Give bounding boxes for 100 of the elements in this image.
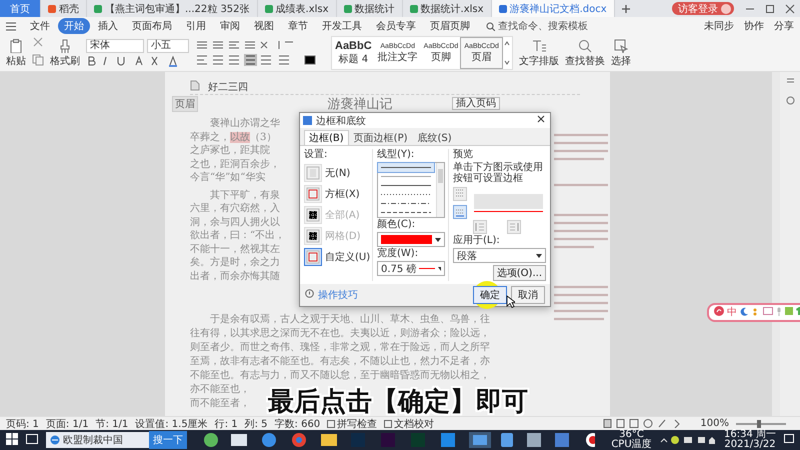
text-line: 之也，距洞百余步， <box>190 158 280 171</box>
tips-link[interactable]: 操作技巧 <box>318 288 358 302</box>
format-painter-button[interactable]: 格式刷 <box>50 38 80 68</box>
status-text: 行: 1 <box>214 418 238 430</box>
color-label: 颜色(C): <box>377 219 416 231</box>
toolbar-link[interactable]: 未同步 <box>704 19 734 33</box>
command-search-field[interactable]: 查找命令、搜索模板 <box>486 20 598 32</box>
file-icon <box>94 4 102 12</box>
bottom-border-button[interactable] <box>453 205 467 219</box>
menu-tab[interactable]: 页面布局 <box>126 18 178 34</box>
system-tray-icons-drawing[interactable] <box>660 435 716 445</box>
menu-tab[interactable]: 审阅 <box>214 18 246 34</box>
toolbar-link[interactable]: 分享 <box>774 19 794 33</box>
spell-check-button[interactable]: 拼写检查 <box>327 416 378 430</box>
taskbar-search-field[interactable]: 欧盟制裁中国 <box>46 432 149 448</box>
select-icon <box>614 38 628 52</box>
file-icon <box>264 4 273 12</box>
line-style-option[interactable] <box>378 163 434 172</box>
moon-icon[interactable] <box>740 306 749 318</box>
preview-label: 预览 <box>453 149 474 161</box>
zoom-level[interactable]: 100% <box>700 418 729 429</box>
width-label: 宽度(W): <box>377 248 420 260</box>
menu-tab[interactable]: 开始 <box>58 18 90 34</box>
menu-tab[interactable]: 会员专享 <box>370 18 422 34</box>
text-line: 洞，余与四人拥火以 <box>190 216 280 229</box>
document-tab[interactable]: 游褒禅山记文档.docx <box>492 0 615 17</box>
font-dropdown[interactable]: 宋体 <box>86 39 144 53</box>
border-setting-icon <box>304 185 322 203</box>
text-line: 往有得，以其求思之深而无不在也。夫夷以近，则游者众；险以远， <box>190 327 490 341</box>
ribbon-tool-button[interactable]: 查找替换 <box>564 38 605 68</box>
menu-tab[interactable]: 插入 <box>92 18 124 34</box>
border-preview-drawing[interactable] <box>471 191 546 215</box>
insert-page-number-button[interactable]: 插入页码 <box>452 97 500 110</box>
line-sample <box>419 268 435 269</box>
color-dropdown[interactable] <box>377 232 445 247</box>
ribbon-tool-button[interactable]: 文字排版 <box>518 38 559 68</box>
line-style-list[interactable] <box>377 162 445 218</box>
gallery-scroll-icon[interactable] <box>502 40 512 66</box>
paste-button[interactable]: 粘贴 <box>6 38 26 68</box>
menu-tab[interactable]: 引用 <box>180 18 212 34</box>
text-line: 今言“华”如“华实 <box>190 171 266 184</box>
keyboard-icon[interactable] <box>763 307 773 318</box>
header-label: 页眉 <box>172 96 198 112</box>
line-style-label: 线型(Y): <box>377 149 416 161</box>
scrollbar[interactable] <box>772 72 780 416</box>
start-icon[interactable] <box>6 432 18 448</box>
menu-tab[interactable]: 视图 <box>248 18 280 34</box>
header-text[interactable]: 好二三四 <box>208 80 248 94</box>
proofread-button[interactable]: 文档校对 <box>384 416 434 430</box>
menu-icon[interactable] <box>6 22 16 30</box>
dialog-tab[interactable]: 边框(B) <box>304 130 349 145</box>
menu-tab[interactable]: 文件 <box>24 18 56 34</box>
status-text: 列: 5 <box>244 418 268 430</box>
app-icon <box>303 116 312 125</box>
ok-button[interactable]: 确定 <box>473 286 507 304</box>
font-size-dropdown[interactable]: 小五 <box>147 39 189 53</box>
preview-hint: 单击下方图示或使用按钮可设置边框 <box>453 162 544 184</box>
input-method-logo-icon[interactable] <box>714 306 724 319</box>
text-line: 其下平旷，有泉 <box>210 188 280 202</box>
document-check-icon <box>384 420 392 428</box>
menu-tab[interactable]: 开发工具 <box>316 18 368 34</box>
account-button[interactable]: 访客登录 <box>672 2 734 15</box>
apply-to-dropdown[interactable]: 段落 <box>453 248 546 263</box>
file-icon <box>498 4 507 12</box>
border-setting-option[interactable]: 方框(X) <box>304 185 372 203</box>
text-line: 六里，有穴窈然，入 <box>190 202 280 216</box>
border-setting-icon <box>304 164 322 182</box>
cancel-button[interactable]: 取消 <box>511 286 545 304</box>
dialog-tab[interactable]: 底纹(S) <box>412 130 457 145</box>
border-setting-option[interactable]: 自定义(U) <box>304 248 372 266</box>
dialog-tab[interactable]: 页面边框(P) <box>348 130 413 145</box>
task-view-icon[interactable] <box>26 434 38 446</box>
ribbon-tool-button[interactable]: 选择 <box>610 38 631 68</box>
width-dropdown[interactable]: 0.75 磅 <box>377 261 445 276</box>
dialog-title: 边框和底纹 <box>316 114 366 128</box>
options-button[interactable]: 选项(O)... <box>492 265 546 281</box>
toolbar-link[interactable]: 协作 <box>744 19 764 33</box>
status-text: 节: 1/1 <box>96 418 128 430</box>
left-border-icon <box>475 222 485 232</box>
menu-tab[interactable]: 章节 <box>282 18 314 34</box>
clock-date: 2021/3/22 <box>724 440 776 450</box>
apply-to-label: 应用于(L): <box>453 235 501 247</box>
text-line: 矣。方是时，余之力 <box>190 256 280 270</box>
clock-time: 16:34 周一 <box>724 430 776 440</box>
top-border-icon <box>455 189 465 199</box>
taskbar-app-icons-drawing[interactable] <box>201 432 596 448</box>
cursor-icon <box>506 295 515 308</box>
border-setting-option[interactable]: 无(N) <box>304 164 372 182</box>
menu-tab[interactable]: 页眉页脚 <box>424 18 476 34</box>
style-preset[interactable]: AaBbC 标题 4 <box>332 38 375 68</box>
search-icon <box>578 38 592 52</box>
search-button[interactable]: 搜一下 <box>149 431 187 449</box>
text-line: 卒葬之，以故（3） <box>190 130 276 144</box>
clipboard-icon <box>9 38 23 52</box>
border-setting-icon <box>304 206 322 224</box>
document-tab[interactable]: 首页 <box>0 0 41 17</box>
scrollbar[interactable] <box>436 163 444 217</box>
file-icon <box>48 4 56 12</box>
status-text: 字数: 660 <box>274 418 320 430</box>
input-mode-toggle[interactable]: 中 <box>727 307 737 318</box>
